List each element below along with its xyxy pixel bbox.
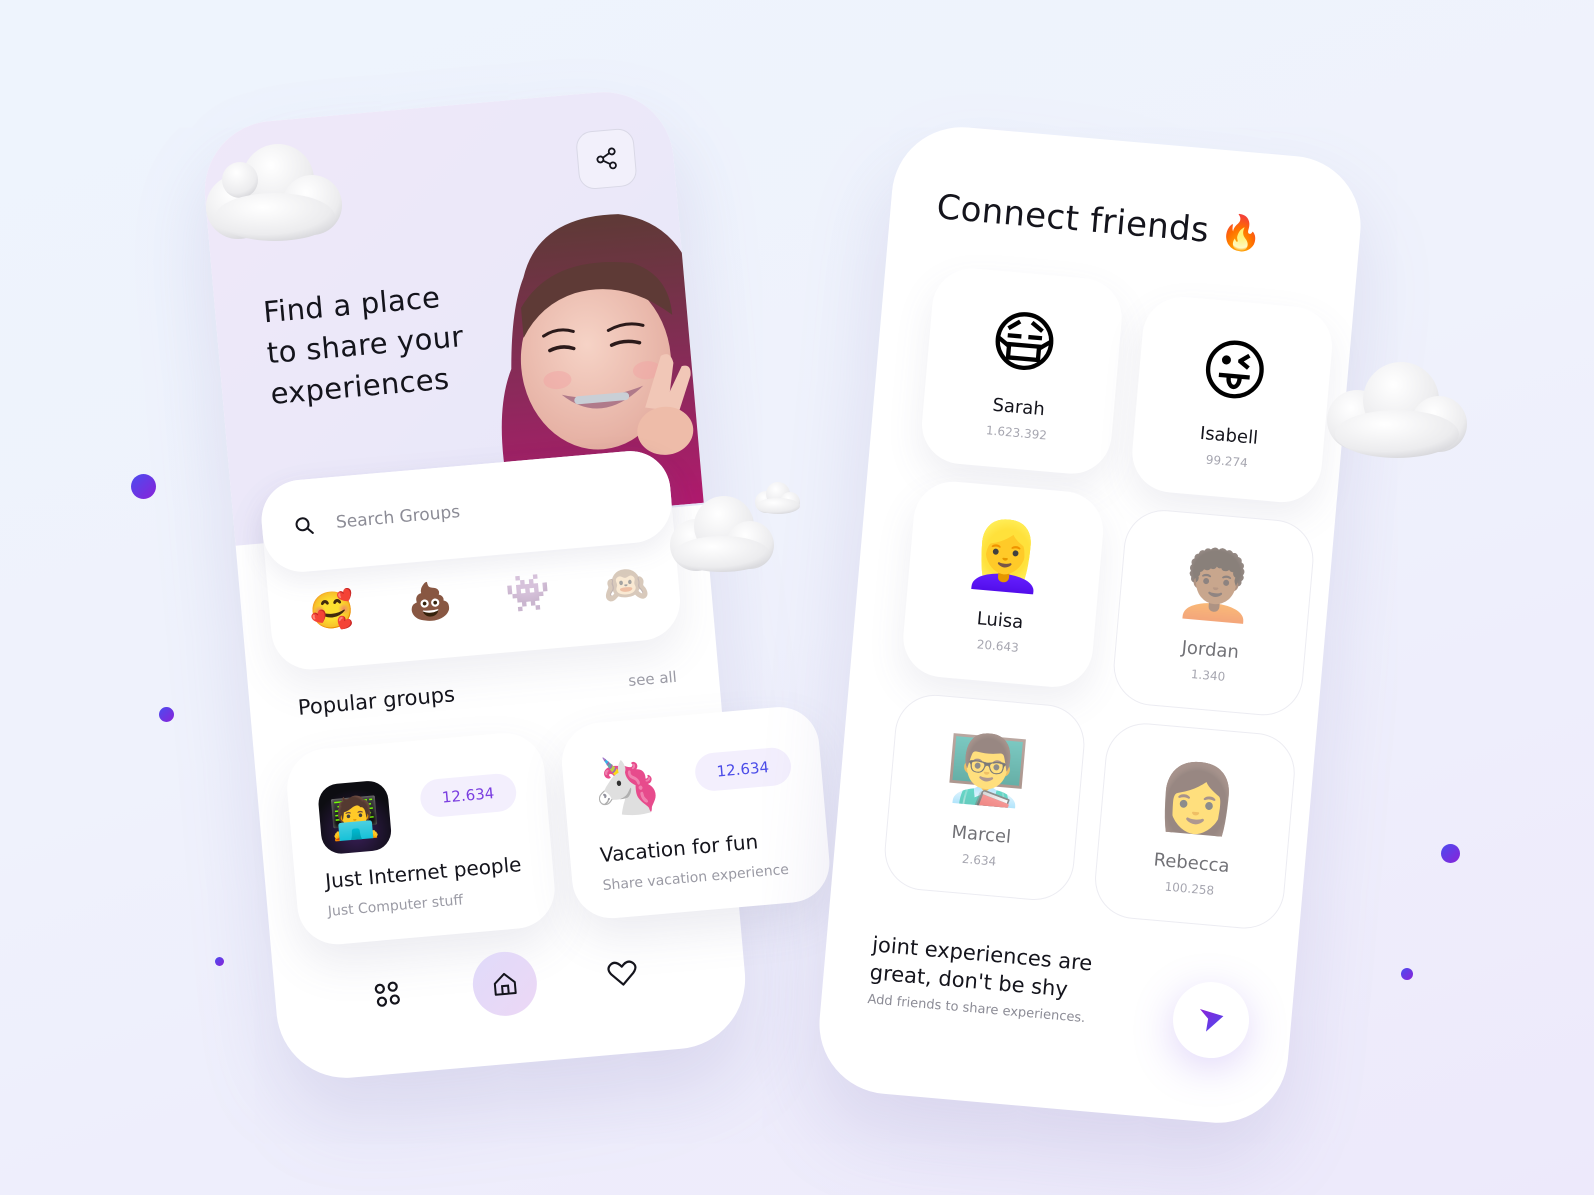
friend-avatar: 😜 — [1197, 329, 1273, 413]
decor-dot — [1401, 968, 1413, 980]
search-icon — [295, 517, 314, 534]
decor-dot — [159, 707, 174, 722]
friend-card[interactable]: 👩 Rebecca 100.258 — [1091, 719, 1299, 932]
friend-avatar: 👨‍🏫 — [942, 728, 1032, 813]
friend-avatar: 😷 — [986, 301, 1062, 385]
heart-icon — [607, 960, 637, 986]
cloud-decoration — [755, 482, 800, 514]
search-card: 🥰 💩 👾 🙉 — [258, 447, 684, 673]
share-button[interactable] — [574, 127, 638, 191]
fire-icon: 🔥 — [1218, 211, 1265, 256]
nav-home[interactable] — [470, 949, 540, 1019]
friend-count: 20.643 — [976, 637, 1020, 655]
grid-dots-icon — [374, 981, 400, 1007]
group-card[interactable]: 🧑‍💻 12.634 Just Internet people Just Com… — [283, 729, 558, 948]
nav-favorites[interactable] — [588, 939, 657, 1008]
home-icon — [493, 972, 517, 996]
friend-avatar: 👩 — [1152, 756, 1242, 841]
member-count-badge: 12.634 — [693, 746, 793, 793]
group-name: Just Internet people — [324, 852, 523, 894]
group-avatar: 🧑‍💻 — [316, 779, 393, 856]
friend-name: Marcel — [950, 821, 1012, 848]
friend-name: Rebecca — [1152, 849, 1231, 878]
search-input[interactable] — [335, 488, 616, 533]
emoji-filter-row: 🥰 💩 👾 🙉 — [308, 562, 650, 633]
group-description: Share vacation experience — [602, 861, 790, 894]
friend-name: Jordan — [1180, 637, 1240, 664]
friend-card[interactable]: 🧑🏾‍🦱 Jordan 1.340 — [1110, 506, 1317, 719]
friend-name: Isabell — [1199, 422, 1259, 449]
friend-name: Luisa — [975, 608, 1025, 634]
friend-count: 1.623.392 — [985, 423, 1048, 443]
friend-card[interactable]: 😜 Isabell 99.274 — [1129, 293, 1336, 506]
decor-dot — [1441, 844, 1460, 863]
group-avatar: 🦄 — [589, 750, 665, 822]
cloud-decoration — [206, 144, 342, 241]
page-title-text: Connect friends — [935, 187, 1211, 251]
friend-count: 100.258 — [1164, 879, 1215, 898]
friend-card[interactable]: 👱‍♀️ Luisa 20.643 — [900, 478, 1107, 691]
group-description: Just Computer stuff — [327, 892, 464, 921]
friend-count: 1.340 — [1190, 667, 1226, 684]
connect-friends-screen: Connect friends 🔥 😷 Sarah 1.623.392 😜 Is… — [813, 121, 1367, 1129]
emoji-filter-hear-no-evil-monkey[interactable]: 🙉 — [602, 562, 650, 608]
send-button[interactable] — [1169, 978, 1253, 1062]
friend-count: 99.274 — [1205, 452, 1249, 471]
friend-card[interactable]: 😷 Sarah 1.623.392 — [918, 265, 1126, 478]
nav-menu[interactable] — [353, 960, 422, 1029]
bottom-nav — [352, 936, 657, 1032]
see-all-link[interactable]: see all — [628, 668, 678, 690]
member-count-badge: 12.634 — [418, 772, 518, 819]
group-name: Vacation for fun — [598, 829, 760, 868]
decor-dot — [131, 474, 156, 499]
section-title: Popular groups — [296, 682, 456, 720]
emoji-filter-alien-monster[interactable]: 👾 — [504, 571, 552, 617]
friend-count: 2.634 — [961, 851, 997, 869]
share-icon — [596, 147, 617, 170]
emoji-filter-poop[interactable]: 💩 — [406, 579, 454, 625]
send-icon — [1199, 1009, 1224, 1032]
friend-avatar: 🧑🏾‍🦱 — [1171, 543, 1261, 628]
cloud-decoration — [1327, 362, 1467, 458]
friend-avatar: 👱‍♀️ — [961, 513, 1050, 598]
page-title: Connect friends 🔥 — [935, 187, 1264, 255]
emoji-filter-smiling-face-hearts[interactable]: 🥰 — [308, 588, 356, 634]
decor-dot — [215, 957, 224, 966]
friend-name: Sarah — [991, 394, 1046, 421]
friend-card[interactable]: 👨‍🏫 Marcel 2.634 — [881, 691, 1088, 904]
popular-groups-header: Popular groups see all — [297, 663, 678, 720]
group-card[interactable]: 🦄 12.634 Vacation for fun Share vacation… — [558, 703, 833, 922]
